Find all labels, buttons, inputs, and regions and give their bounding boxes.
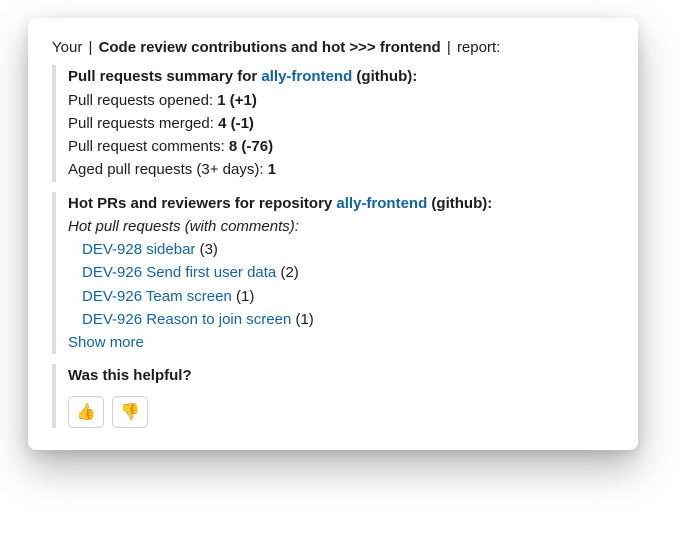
repo-link[interactable]: ally-frontend [261,68,352,85]
report-header: Your | Code review contributions and hot… [52,36,614,59]
hot-pr-item: DEV-926 Team screen (1) [68,285,614,308]
thumbs-down-button[interactable]: 👎 [112,396,148,428]
header-sep: | [445,39,453,56]
hot-pr-item: DEV-926 Send first user data (2) [68,261,614,284]
header-sep: | [86,39,94,56]
feedback-block: Was this helpful? 👍 👎 [52,364,614,427]
merged-label: Pull requests merged: [68,115,218,132]
opened-value: 1 (+1) [217,92,257,109]
hot-heading-prefix: Hot PRs and reviewers for repository [68,195,336,212]
opened-row: Pull requests opened: 1 (+1) [68,89,614,112]
summary-heading-prefix: Pull requests summary for [68,68,261,85]
comments-value: 8 (-76) [229,138,273,155]
thumbs-up-button[interactable]: 👍 [68,396,104,428]
show-more-link[interactable]: Show more [68,334,144,351]
merged-row: Pull requests merged: 4 (-1) [68,112,614,135]
hot-block: Hot PRs and reviewers for repository all… [52,192,614,355]
pr-count: (1) [295,311,313,328]
pr-count: (3) [200,241,218,258]
comments-row: Pull request comments: 8 (-76) [68,135,614,158]
hot-heading: Hot PRs and reviewers for repository all… [68,192,614,215]
pr-link[interactable]: DEV-926 Send first user data [82,264,276,281]
opened-label: Pull requests opened: [68,92,217,109]
summary-heading-suffix: (github): [352,68,417,85]
header-prefix: Your [52,39,82,56]
summary-heading: Pull requests summary for ally-frontend … [68,65,614,88]
feedback-buttons: 👍 👎 [68,396,614,428]
aged-label: Aged pull requests (3+ days): [68,161,268,178]
aged-value: 1 [268,161,276,178]
thumbs-down-icon: 👎 [120,402,140,422]
header-title: Code review contributions and hot >>> fr… [99,39,441,56]
pr-link[interactable]: DEV-928 sidebar [82,241,195,258]
report-card: Your | Code review contributions and hot… [28,18,638,450]
pr-count: (1) [236,288,254,305]
feedback-question: Was this helpful? [68,364,614,387]
hot-subheading: Hot pull requests (with comments): [68,215,614,238]
repo-link[interactable]: ally-frontend [336,195,427,212]
hot-pr-item: DEV-926 Reason to join screen (1) [68,308,614,331]
pr-link[interactable]: DEV-926 Reason to join screen [82,311,291,328]
comments-label: Pull request comments: [68,138,229,155]
pr-link[interactable]: DEV-926 Team screen [82,288,232,305]
hot-heading-suffix: (github): [427,195,492,212]
hot-pr-item: DEV-928 sidebar (3) [68,238,614,261]
summary-block: Pull requests summary for ally-frontend … [52,65,614,181]
merged-value: 4 (-1) [218,115,254,132]
aged-row: Aged pull requests (3+ days): 1 [68,158,614,181]
pr-count: (2) [280,264,298,281]
header-suffix: report: [457,39,500,56]
thumbs-up-icon: 👍 [76,402,96,422]
